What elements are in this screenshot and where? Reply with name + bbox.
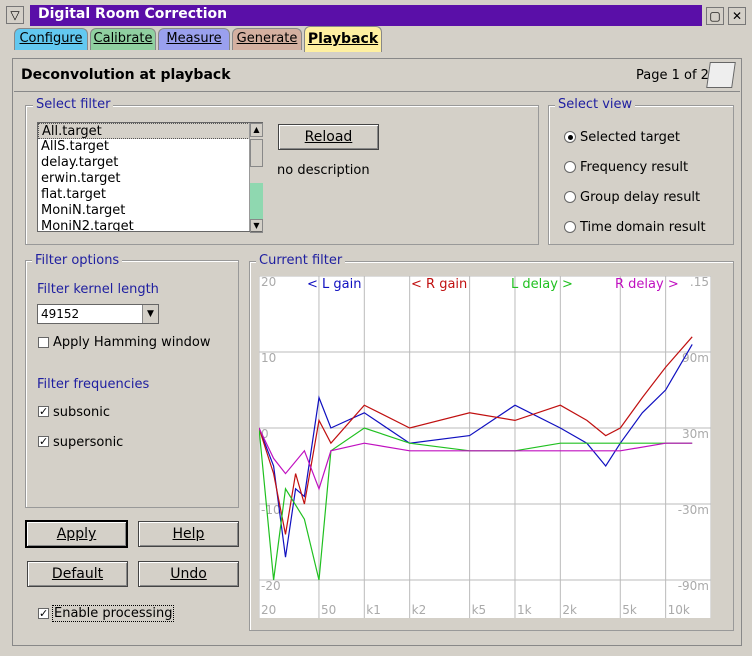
- page-title: Deconvolution at playback: [21, 67, 231, 83]
- default-button[interactable]: Default: [27, 561, 128, 587]
- undo-button[interactable]: Undo: [138, 561, 239, 587]
- x-tick-label: k2: [412, 603, 427, 617]
- y-tick-label-left: 10: [261, 351, 276, 365]
- maximize-icon[interactable]: ▢: [706, 7, 724, 25]
- scroll-up-icon[interactable]: ▲: [250, 123, 263, 137]
- reload-button[interactable]: Reload: [278, 124, 379, 150]
- subsonic-checkbox[interactable]: ✓: [38, 406, 49, 417]
- filter-description: no description: [277, 163, 370, 178]
- y-tick-label-left: -10: [261, 503, 281, 517]
- list-scrollbar[interactable]: ▲ ▼: [249, 123, 263, 233]
- close-icon[interactable]: ✕: [728, 7, 746, 25]
- radio-label: Selected target: [580, 130, 681, 145]
- hamming-label: Apply Hamming window: [53, 335, 211, 350]
- enable-processing-checkbox[interactable]: ✓: [38, 608, 49, 619]
- supersonic-checkbox[interactable]: ✓: [38, 436, 49, 447]
- legend-entry: L delay >: [511, 277, 573, 292]
- radio-label: Time domain result: [580, 220, 706, 235]
- window-title: Digital Room Correction: [38, 6, 228, 22]
- tab-measure[interactable]: Measure: [158, 28, 230, 50]
- legend-entry: < L gain: [307, 277, 361, 292]
- tab-playback[interactable]: Playback: [304, 26, 382, 52]
- radio-selected-target[interactable]: [564, 131, 576, 143]
- kernel-length-select[interactable]: 49152 ▼: [37, 304, 159, 324]
- select-view-label: Select view: [555, 97, 636, 112]
- list-item[interactable]: delay.target: [38, 155, 262, 171]
- current-filter-label: Current filter: [256, 253, 346, 268]
- page-turn-icon[interactable]: [706, 62, 736, 88]
- scroll-down-icon[interactable]: ▼: [250, 219, 263, 233]
- apply-button[interactable]: Apply: [25, 520, 128, 548]
- help-button[interactable]: Help: [138, 521, 239, 547]
- list-item[interactable]: MoniN2.target: [38, 219, 262, 231]
- page-indicator: Page 1 of 2: [636, 68, 709, 83]
- tab-configure[interactable]: Configure: [14, 28, 88, 50]
- y-tick-label-right: 90m: [682, 351, 709, 365]
- series-line: [258, 427, 693, 491]
- x-tick-label: k1: [366, 603, 381, 617]
- list-item[interactable]: AllS.target: [38, 139, 262, 155]
- y-tick-label-right: 30m: [682, 427, 709, 441]
- y-tick-label-right: -90m: [678, 579, 709, 593]
- radio-group-delay-result[interactable]: [564, 191, 576, 203]
- filter-listbox[interactable]: All.target AllS.target delay.target erwi…: [37, 122, 263, 232]
- chevron-down-icon[interactable]: ▼: [142, 305, 158, 323]
- tab-generate[interactable]: Generate: [232, 28, 302, 50]
- legend-entry: < R gain: [411, 277, 467, 292]
- y-tick-label-right: -30m: [678, 503, 709, 517]
- scroll-thumb[interactable]: [250, 139, 263, 167]
- x-tick-label: 50: [321, 603, 336, 617]
- hamming-checkbox[interactable]: [38, 337, 49, 348]
- x-tick-label: 10k: [668, 603, 690, 617]
- x-tick-label: 1k: [517, 603, 532, 617]
- subsonic-label: subsonic: [53, 405, 110, 420]
- x-tick-label: 2k: [562, 603, 577, 617]
- y-tick-label-right: .15: [690, 276, 709, 289]
- y-tick-label-left: -20: [261, 579, 281, 593]
- radio-frequency-result[interactable]: [564, 161, 576, 173]
- x-tick-label: 20: [261, 603, 276, 617]
- radio-label: Group delay result: [580, 190, 701, 205]
- window-menu-icon[interactable]: ▽: [6, 6, 24, 24]
- list-item[interactable]: erwin.target: [38, 171, 262, 187]
- scroll-track[interactable]: [250, 183, 263, 219]
- list-item[interactable]: flat.target: [38, 187, 262, 203]
- x-tick-label: k5: [472, 603, 487, 617]
- filter-chart: 20100-10-20.1590m30m-30m-90m20 50 k1 k2 k5 1k…: [258, 275, 721, 618]
- list-item[interactable]: All.target: [38, 123, 262, 139]
- radio-time-domain-result[interactable]: [564, 221, 576, 233]
- series-line: [258, 336, 693, 535]
- x-tick-label: 5k: [622, 603, 637, 617]
- filter-frequencies-label: Filter frequencies: [37, 377, 150, 392]
- kernel-length-label: Filter kernel length: [37, 282, 159, 297]
- select-filter-label: Select filter: [33, 97, 114, 112]
- legend-entry: R delay >: [615, 277, 679, 292]
- y-tick-label-left: 20: [261, 276, 276, 289]
- list-item[interactable]: MoniN.target: [38, 203, 262, 219]
- enable-processing-label: Enable processing: [52, 605, 175, 622]
- filter-plot: 20 10 0 -10 -20.15 90m 30m -30m -90m 20 50 k1 k2 k5 1k…: [258, 275, 721, 618]
- supersonic-label: supersonic: [53, 435, 124, 450]
- kernel-length-value: 49152: [41, 307, 80, 321]
- tab-calibrate[interactable]: Calibrate: [90, 28, 156, 50]
- radio-label: Frequency result: [580, 160, 689, 175]
- filter-options-label: Filter options: [32, 253, 123, 268]
